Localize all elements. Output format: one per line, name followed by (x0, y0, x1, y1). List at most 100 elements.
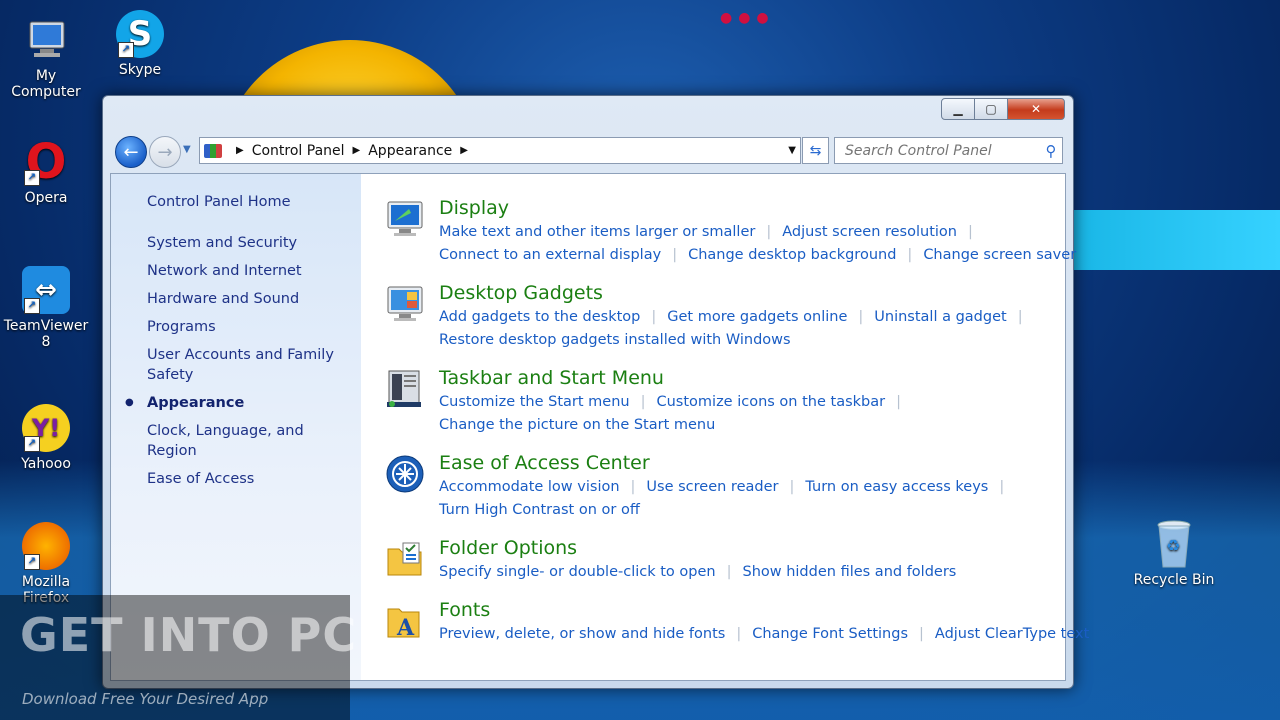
category-ease-of-access-center: Ease of Access Center Accommodate low vi… (385, 451, 1065, 522)
category-title[interactable]: Taskbar and Start Menu (439, 366, 1039, 390)
link-text-size[interactable]: Make text and other items larger or smal… (439, 224, 755, 240)
sidebar-item-control-panel-home[interactable]: Control Panel Home (111, 192, 361, 212)
link-high-contrast[interactable]: Turn High Contrast on or off (439, 502, 640, 518)
search-icon[interactable]: ⚲ (1040, 142, 1062, 160)
back-button[interactable]: ← (115, 136, 147, 168)
link-restore-gadgets[interactable]: Restore desktop gadgets installed with W… (439, 332, 791, 348)
link-screen-reader[interactable]: Use screen reader (646, 479, 778, 495)
sidebar-item-network-and-internet[interactable]: Network and Internet (111, 261, 361, 281)
link-screen-resolution[interactable]: Adjust screen resolution (782, 224, 957, 240)
link-start-menu-picture[interactable]: Change the picture on the Start menu (439, 417, 715, 433)
teamviewer-icon: ⇔ ↗ (22, 266, 70, 314)
desktop-icon-opera[interactable]: O ↗ Opera (0, 134, 92, 206)
link-external-display[interactable]: Connect to an external display (439, 247, 661, 263)
sidebar-item-clock-language-region[interactable]: Clock, Language, and Region (111, 421, 361, 461)
address-bar[interactable]: ▶ Control Panel ▶ Appearance ▶ ▼ (199, 137, 801, 164)
category-folder-options: Folder Options Specify single- or double… (385, 536, 1065, 584)
link-customize-start-menu[interactable]: Customize the Start menu (439, 394, 630, 410)
category-title[interactable]: Desktop Gadgets (439, 281, 1039, 305)
category-desktop-gadgets: Desktop Gadgets Add gadgets to the deskt… (385, 281, 1065, 352)
category-title[interactable]: Display (439, 196, 1039, 220)
close-button[interactable]: ✕ (1007, 98, 1065, 120)
gadgets-icon (385, 284, 425, 324)
desktop-icon-label: Opera (24, 190, 68, 206)
watermark-subtitle: Download Free Your Desired App (22, 690, 269, 708)
breadcrumb-separator-icon[interactable]: ▶ (460, 145, 468, 156)
desktop-icon-recycle-bin[interactable]: ♻ Recycle Bin (1128, 520, 1220, 588)
yahoo-messenger-icon: Y! ↗ (22, 404, 70, 452)
svg-text:♻: ♻ (1166, 536, 1180, 555)
shortcut-arrow-icon: ↗ (24, 436, 40, 452)
category-display: Display Make text and other items larger… (385, 196, 1076, 267)
breadcrumb-separator-icon[interactable]: ▶ (236, 145, 244, 156)
breadcrumb-appearance[interactable]: Appearance (368, 143, 452, 159)
firefox-icon: ↗ (22, 522, 70, 570)
arrow-right-icon: → (157, 141, 173, 163)
wallpaper-band (1070, 210, 1280, 270)
sidebar-item-programs[interactable]: Programs (111, 317, 361, 337)
link-more-gadgets[interactable]: Get more gadgets online (667, 309, 847, 325)
desktop-icon-teamviewer[interactable]: ⇔ ↗ TeamViewer 8 (0, 266, 92, 350)
link-desktop-background[interactable]: Change desktop background (688, 247, 896, 263)
link-customize-taskbar-icons[interactable]: Customize icons on the taskbar (656, 394, 885, 410)
sidebar-item-user-accounts[interactable]: User Accounts and Family Safety (111, 345, 349, 385)
category-title[interactable]: Fonts (439, 598, 1039, 622)
sidebar-item-appearance: Appearance (111, 393, 361, 413)
watermark-title: GET INTO PC (20, 608, 358, 662)
svg-text:A: A (396, 615, 415, 641)
link-hidden-files[interactable]: Show hidden files and folders (742, 564, 956, 580)
computer-icon (22, 16, 70, 64)
link-cleartype[interactable]: Adjust ClearType text (935, 626, 1089, 642)
forward-button[interactable]: → (149, 136, 181, 168)
link-preview-fonts[interactable]: Preview, delete, or show and hide fonts (439, 626, 725, 642)
category-title[interactable]: Folder Options (439, 536, 1039, 560)
shortcut-arrow-icon: ↗ (24, 170, 40, 186)
breadcrumb-separator-icon[interactable]: ▶ (353, 145, 361, 156)
minimize-button[interactable]: ▁ (941, 98, 975, 120)
recycle-bin-icon: ♻ (1150, 520, 1198, 568)
link-add-gadgets[interactable]: Add gadgets to the desktop (439, 309, 640, 325)
category-taskbar-start-menu: Taskbar and Start Menu Customize the Sta… (385, 366, 1065, 437)
shortcut-arrow-icon: ↗ (24, 554, 40, 570)
category-fonts: A Fonts Preview, delete, or show and hid… (385, 598, 1089, 646)
sidebar-item-hardware-and-sound[interactable]: Hardware and Sound (111, 289, 361, 309)
opera-icon: O ↗ (24, 134, 67, 190)
category-title[interactable]: Ease of Access Center (439, 451, 1039, 475)
sidebar-item-ease-of-access[interactable]: Ease of Access (111, 469, 361, 489)
desktop-icon-skype[interactable]: S ↗ Skype (94, 10, 186, 78)
link-low-vision[interactable]: Accommodate low vision (439, 479, 620, 495)
refresh-button[interactable]: ⇆ (802, 137, 829, 164)
desktop-icon-label: Recycle Bin (1133, 572, 1215, 588)
link-screen-saver[interactable]: Change screen saver (923, 247, 1076, 263)
arrow-left-icon: ← (123, 141, 139, 163)
link-font-settings[interactable]: Change Font Settings (752, 626, 908, 642)
link-easy-access-keys[interactable]: Turn on easy access keys (805, 479, 988, 495)
link-single-double-click[interactable]: Specify single- or double-click to open (439, 564, 716, 580)
desktop-icon-label: Skype (118, 62, 162, 78)
wallpaper-dots: ●●● (720, 10, 775, 26)
link-uninstall-gadget[interactable]: Uninstall a gadget (874, 309, 1006, 325)
desktop-icon-label: TeamViewer 8 (3, 318, 89, 350)
desktop-icon-firefox[interactable]: ↗ Mozilla Firefox (0, 522, 92, 606)
shortcut-arrow-icon: ↗ (118, 42, 134, 58)
desktop-icon-label: Yahooo (21, 456, 71, 472)
chevron-down-icon: ▼ (183, 144, 191, 155)
address-dropdown-icon[interactable]: ▼ (788, 145, 796, 156)
recent-pages-button[interactable]: ▼ (183, 144, 191, 155)
window-controls: ▁ ▢ ✕ (941, 98, 1065, 120)
folder-options-icon (385, 539, 425, 579)
desktop-icon-yahoo[interactable]: Y! ↗ Yahooo (0, 404, 92, 472)
search-input[interactable] (843, 141, 1040, 160)
search-box: ⚲ (834, 137, 1063, 164)
breadcrumb-control-panel[interactable]: Control Panel (252, 143, 345, 159)
maximize-button[interactable]: ▢ (974, 98, 1008, 120)
shortcut-arrow-icon: ↗ (24, 298, 40, 314)
desktop-icon-label: My Computer (11, 68, 81, 100)
display-icon (385, 199, 425, 239)
ease-of-access-icon (385, 454, 425, 494)
main-panel: Display Make text and other items larger… (361, 174, 1089, 680)
desktop-icon-my-computer[interactable]: My Computer (0, 16, 92, 100)
sidebar-item-system-and-security[interactable]: System and Security (111, 233, 361, 253)
control-panel-icon (204, 143, 222, 158)
skype-icon: S ↗ (116, 10, 164, 58)
